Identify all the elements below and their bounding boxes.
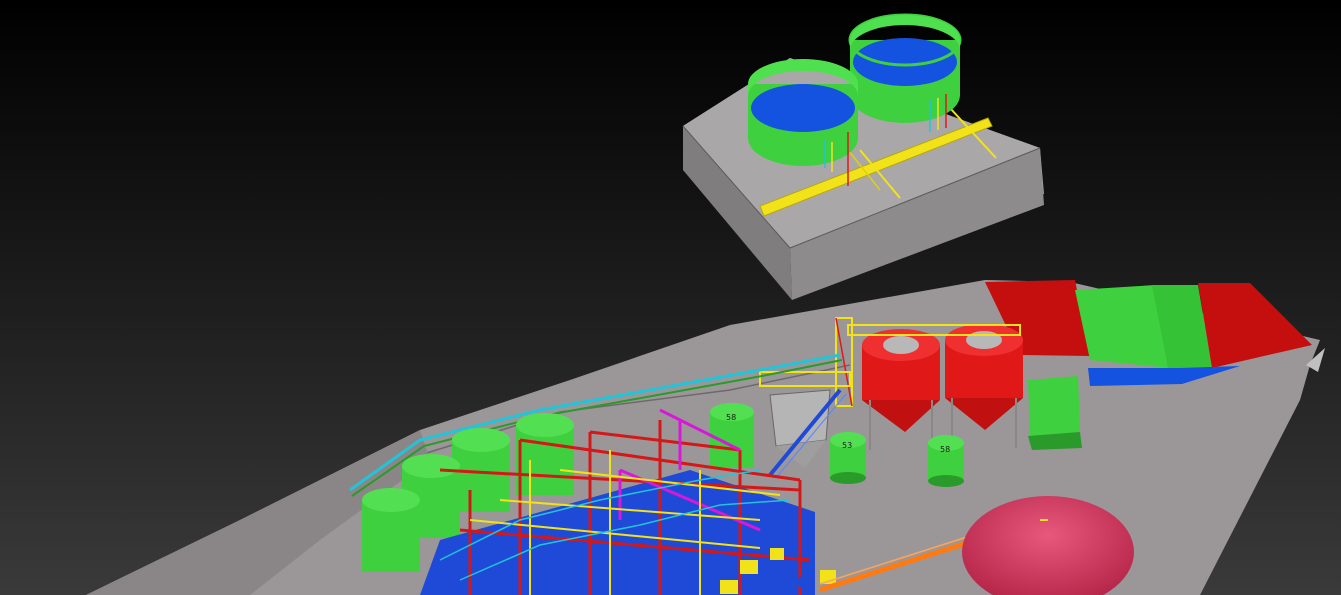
- small-tank-1[interactable]: 53: [830, 432, 866, 484]
- silo-hopper-right: [966, 331, 1002, 349]
- equipment-yellow-3: [720, 580, 738, 594]
- model-viewport[interactable]: 53 58 58: [0, 0, 1341, 595]
- e-room-front: [1028, 376, 1080, 436]
- tank-row-4[interactable]: [516, 413, 574, 495]
- electrical-room[interactable]: [1028, 376, 1082, 450]
- small-tank-2[interactable]: 58: [928, 435, 964, 487]
- tank-water-front: [751, 84, 855, 132]
- tank-tag: 53: [842, 441, 852, 450]
- silo-hopper-left: [883, 336, 919, 354]
- tank-water-back: [853, 38, 957, 86]
- equipment-yellow-2: [770, 548, 784, 560]
- tank-row-1[interactable]: [362, 488, 420, 572]
- tank-back-plant[interactable]: 58: [710, 403, 754, 468]
- plant-3d-model[interactable]: 53 58 58: [0, 0, 1341, 595]
- tank-tag: 58: [940, 445, 950, 454]
- tank-tag: 58: [726, 413, 736, 422]
- equipment-blue-motor: [798, 575, 812, 589]
- equipment-yellow-1: [740, 560, 758, 574]
